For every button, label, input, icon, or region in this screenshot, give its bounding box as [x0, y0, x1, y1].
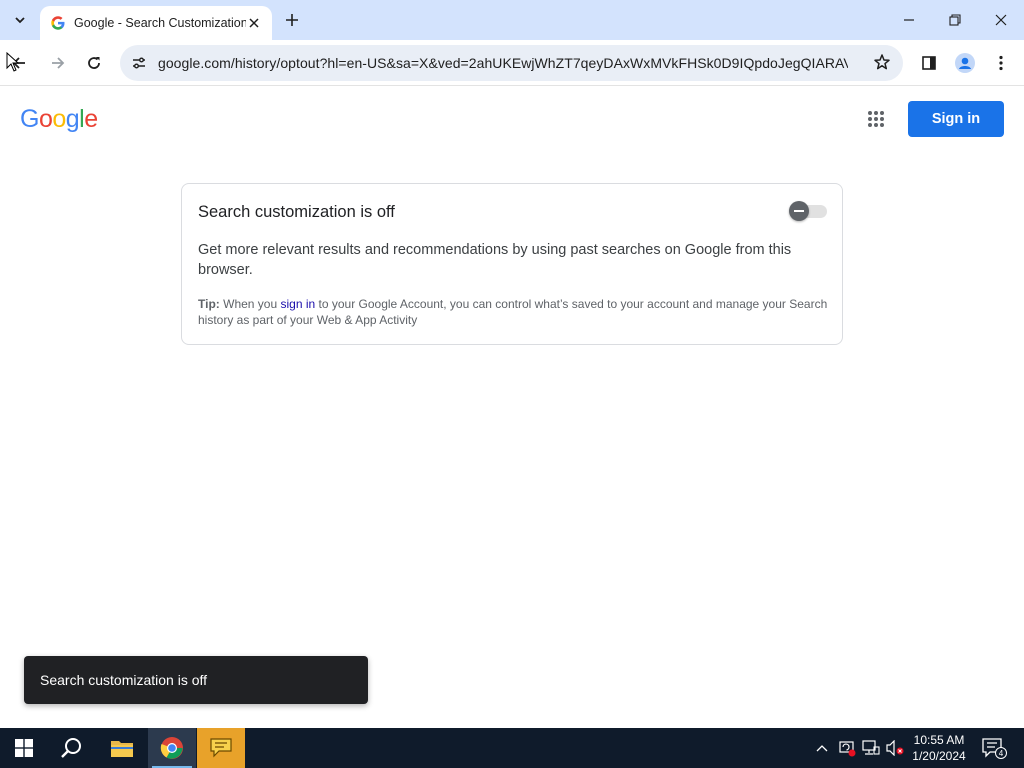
side-panel-icon [922, 56, 936, 70]
sign-in-link[interactable]: sign in [280, 297, 315, 311]
clock-date: 1/20/2024 [912, 749, 966, 763]
tab-title: Google - Search Customization [74, 16, 246, 30]
new-tab-button[interactable] [280, 8, 304, 32]
profile-button[interactable] [950, 48, 980, 78]
plus-icon [286, 14, 298, 26]
search-icon [61, 738, 81, 758]
sign-in-button[interactable]: Sign in [908, 101, 1004, 137]
volume-muted-icon [886, 740, 904, 756]
card-tip: Tip: When you sign in to your Google Acc… [198, 296, 828, 328]
restore-icon [949, 14, 961, 26]
site-info-icon[interactable] [122, 55, 156, 71]
taskbar-clock[interactable]: 10:55 AM 1/20/2024 [906, 732, 972, 764]
tab-search-button[interactable] [6, 6, 34, 34]
chat-app-button[interactable] [197, 728, 245, 768]
taskbar-search-button[interactable] [48, 728, 96, 768]
logo-letter: g [65, 105, 80, 133]
chrome-icon [160, 737, 183, 759]
reload-button[interactable] [79, 48, 109, 78]
tip-text-before: When you [219, 297, 281, 311]
card-heading: Search customization is off [198, 203, 395, 221]
notification-icon: 4 [982, 738, 1007, 759]
tab-close-icon[interactable] [246, 15, 262, 31]
close-window-button[interactable] [978, 0, 1024, 40]
folder-icon [111, 741, 133, 757]
close-icon [995, 14, 1007, 26]
logo-letter: o [52, 105, 66, 133]
chrome-menu-button[interactable] [986, 48, 1016, 78]
mouse-cursor-icon [6, 52, 20, 72]
toggle-knob [789, 201, 809, 221]
minimize-button[interactable] [886, 0, 932, 40]
logo-letter: e [84, 105, 98, 133]
update-alert-icon [839, 741, 856, 757]
chevron-up-icon [816, 745, 828, 752]
clock-time: 10:55 AM [913, 733, 965, 747]
network-button[interactable] [860, 728, 882, 768]
file-explorer-button[interactable] [98, 728, 146, 768]
tray-app-icon[interactable] [836, 728, 858, 768]
volume-button[interactable] [884, 728, 906, 768]
address-bar[interactable]: google.com/history/optout?hl=en-US&sa=X&… [120, 45, 903, 81]
google-apps-button[interactable] [862, 105, 890, 133]
action-center-button[interactable]: 4 [978, 728, 1010, 768]
windows-taskbar: 10:55 AM 1/20/2024 4 [0, 728, 1024, 768]
tip-label: Tip: [198, 297, 220, 311]
search-customization-card: Search customization is off Get more rel… [181, 183, 843, 345]
snackbar-toast: Search customization is off [24, 656, 368, 704]
side-panel-button[interactable] [914, 48, 944, 78]
bookmark-star-icon[interactable] [873, 53, 891, 76]
minimize-icon [904, 19, 914, 21]
profile-avatar-icon [955, 53, 975, 73]
logo-letter: G [20, 105, 39, 133]
card-description: Get more relevant results and recommenda… [198, 242, 792, 278]
browser-tab[interactable]: Google - Search Customization [40, 6, 272, 40]
apps-grid-icon [868, 111, 884, 127]
notification-count: 4 [999, 749, 1004, 758]
browser-toolbar: google.com/history/optout?hl=en-US&sa=X&… [0, 40, 1024, 86]
show-hidden-icons-button[interactable] [814, 728, 830, 768]
network-icon [862, 740, 880, 755]
reload-icon [88, 57, 100, 69]
google-logo[interactable]: Google [20, 105, 98, 134]
chrome-taskbar-button[interactable] [148, 728, 196, 768]
restore-button[interactable] [932, 0, 978, 40]
chat-bubble-icon [210, 738, 232, 758]
start-button[interactable] [0, 728, 48, 768]
chevron-down-icon [15, 17, 25, 24]
url-text[interactable]: google.com/history/optout?hl=en-US&sa=X&… [158, 55, 848, 71]
windows-logo-icon [15, 739, 33, 757]
google-favicon-icon [51, 16, 65, 30]
logo-letter: o [38, 105, 53, 133]
tab-strip: Google - Search Customization [0, 0, 1024, 40]
search-customization-toggle[interactable] [789, 201, 829, 221]
more-vert-icon [999, 55, 1003, 71]
arrow-right-icon [52, 57, 65, 69]
forward-button[interactable] [43, 48, 73, 78]
